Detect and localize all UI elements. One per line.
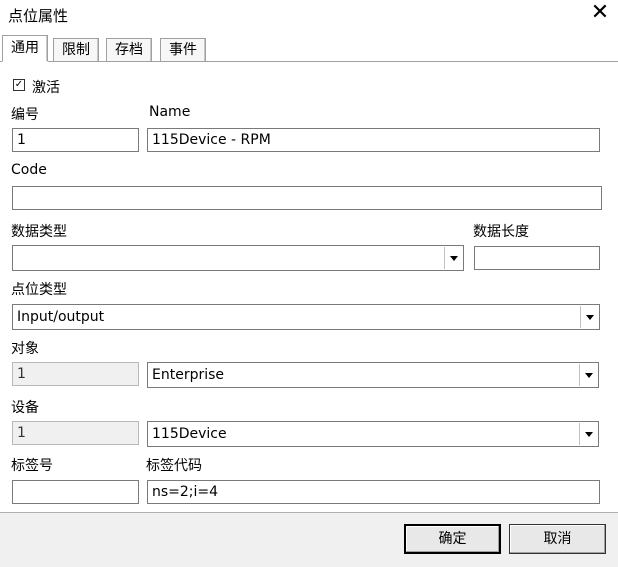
ok-button[interactable]: 确定 <box>404 524 501 554</box>
data-length-label: 数据长度 <box>473 224 529 240</box>
tag-code-label: 标签代码 <box>146 458 202 474</box>
window-title: 点位属性 <box>8 7 69 25</box>
object-id-input: 1 <box>12 362 139 386</box>
device-select[interactable]: 115Device <box>147 421 599 447</box>
data-type-select[interactable] <box>12 245 464 271</box>
point-type-label: 点位类型 <box>11 282 67 298</box>
object-value: Enterprise <box>152 367 225 383</box>
cancel-button[interactable]: 取消 <box>509 524 606 554</box>
tab-general[interactable]: 通用 <box>2 35 48 62</box>
tabstrip-divider <box>0 61 618 62</box>
chevron-down-icon <box>449 255 458 261</box>
object-label: 对象 <box>11 341 39 357</box>
tag-code-input[interactable]: ns=2;i=4 <box>147 480 600 504</box>
tag-number-label: 标签号 <box>11 458 53 474</box>
dropdown-button[interactable] <box>580 306 598 328</box>
dropdown-button[interactable] <box>579 364 597 386</box>
number-label: 编号 <box>11 107 39 123</box>
name-input[interactable]: 115Device - RPM <box>147 128 600 152</box>
activate-checkbox[interactable]: ✓ <box>13 79 25 91</box>
dropdown-button[interactable] <box>579 423 597 445</box>
tab-events[interactable]: 事件 <box>160 38 206 61</box>
point-type-value: Input/output <box>17 309 105 325</box>
activate-label: 激活 <box>32 80 60 96</box>
object-select[interactable]: Enterprise <box>147 362 599 388</box>
data-length-input[interactable] <box>474 246 600 270</box>
dropdown-button[interactable] <box>444 247 462 269</box>
device-value: 115Device <box>152 426 227 442</box>
data-type-label: 数据类型 <box>11 224 67 240</box>
number-input[interactable]: 1 <box>12 128 139 152</box>
code-label: Code <box>11 162 47 178</box>
tab-limits[interactable]: 限制 <box>53 38 99 61</box>
device-id-input: 1 <box>12 421 139 445</box>
chevron-down-icon <box>584 431 593 437</box>
device-label: 设备 <box>11 400 39 416</box>
tab-archive[interactable]: 存档 <box>106 38 152 61</box>
chevron-down-icon <box>584 372 593 378</box>
name-label: Name <box>149 104 191 120</box>
close-icon[interactable]: ✕ <box>588 2 612 26</box>
chevron-down-icon <box>585 314 594 320</box>
checkmark-icon: ✓ <box>14 79 24 90</box>
point-type-select[interactable]: Input/output <box>12 304 600 330</box>
code-input[interactable] <box>12 186 602 210</box>
tag-number-input[interactable] <box>12 480 139 504</box>
